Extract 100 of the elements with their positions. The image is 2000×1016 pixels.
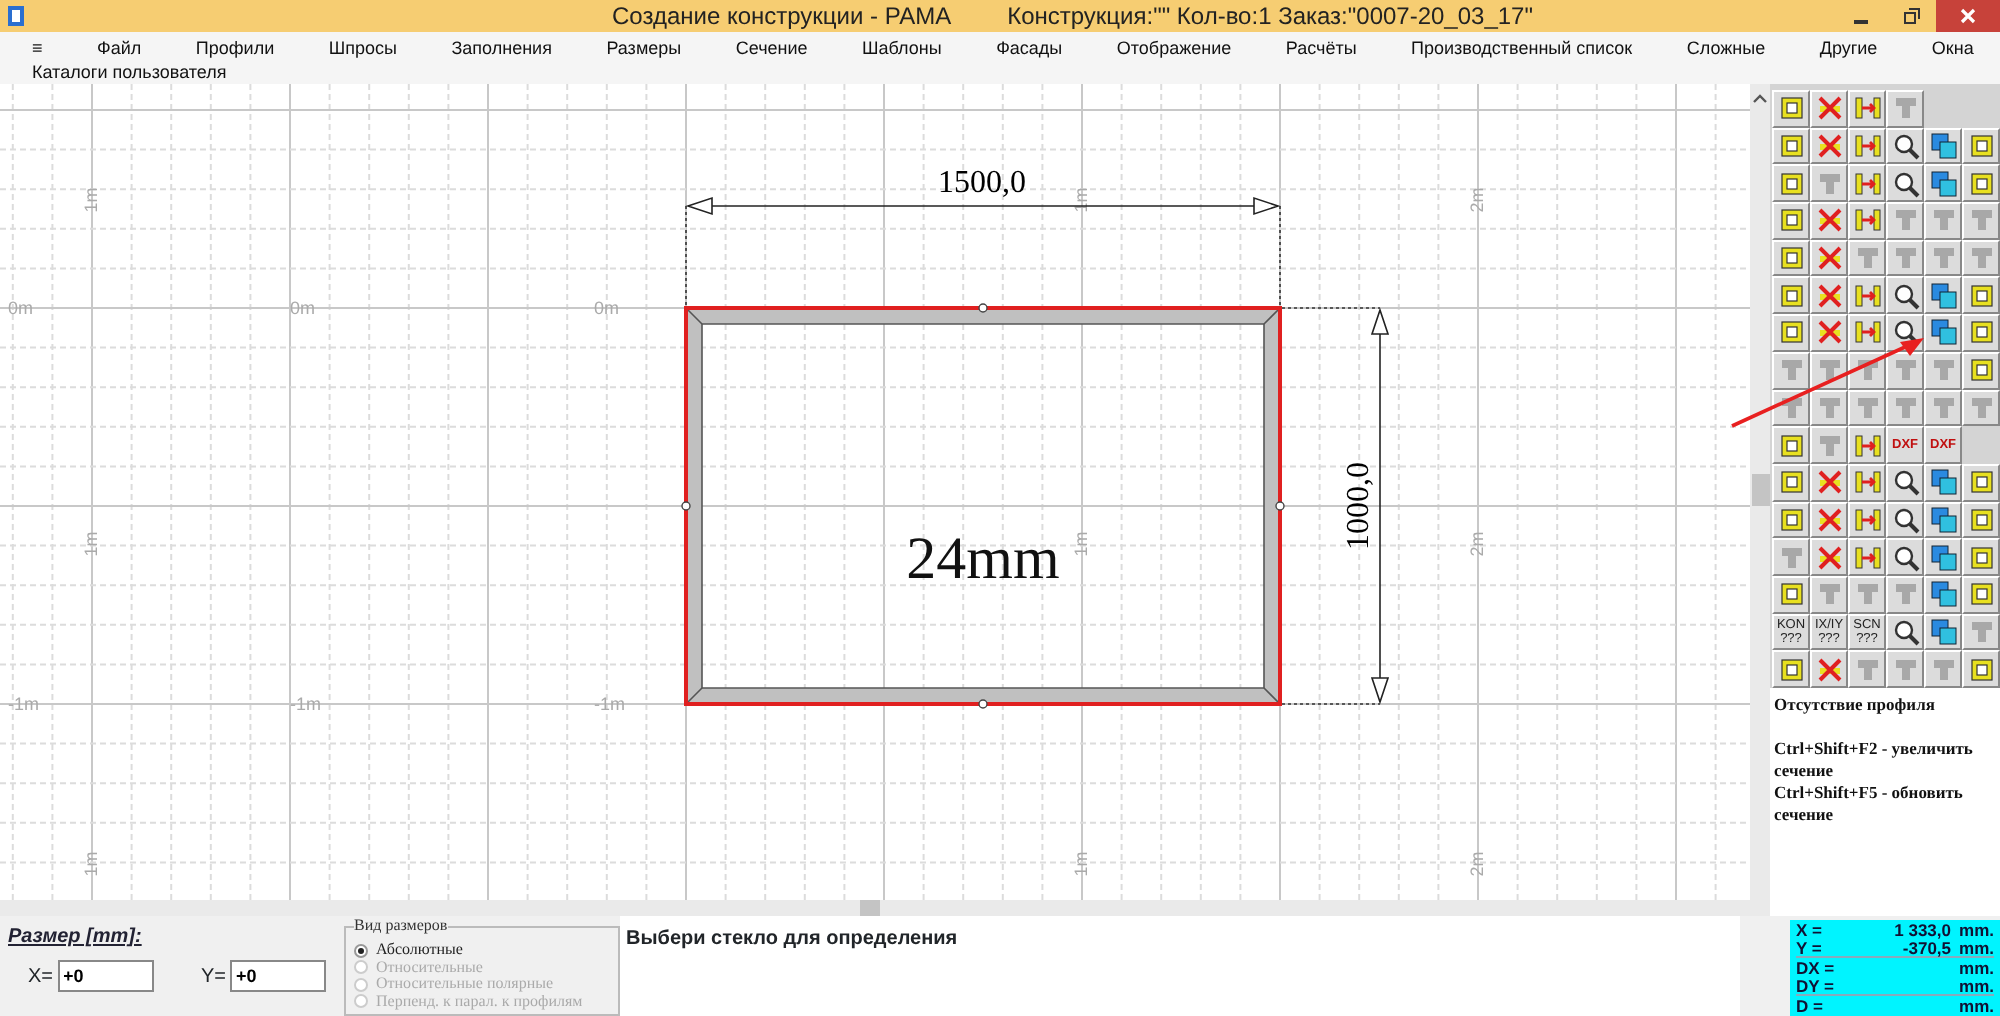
ruler-label: 1m [1070, 531, 1091, 557]
radio-button[interactable] [354, 943, 368, 958]
toolbar-button[interactable] [1886, 164, 1924, 203]
coordinate-field[interactable]: +0 [57, 960, 154, 992]
toolbar-button[interactable] [1924, 613, 1962, 651]
menu-item[interactable]: Сечение [733, 36, 810, 60]
ruler-label: -1m [290, 694, 321, 714]
frame-icon [1777, 132, 1805, 161]
frame-icon [1967, 318, 1995, 347]
toolbar-button[interactable] [1924, 575, 1962, 614]
frame-icon [1777, 468, 1805, 497]
scrollbar-thumb[interactable] [860, 900, 880, 916]
greyed-icon [1815, 393, 1843, 422]
scroll-up-icon[interactable] [1752, 92, 1768, 104]
ruler-label: 1m [1070, 187, 1091, 213]
frame-icon [1777, 281, 1805, 310]
greyed-icon [1929, 655, 1957, 684]
dimension-value[interactable]: 1000,0 [1342, 462, 1376, 550]
profile-arrow-icon [1853, 94, 1881, 123]
app-icon [6, 4, 26, 28]
frame-icon [1777, 431, 1805, 460]
menu-item[interactable]: Сложные [1684, 36, 1768, 60]
magnifier-icon [1891, 468, 1919, 497]
menu-item[interactable]: Окна [1929, 36, 1976, 60]
window-icon [1929, 543, 1957, 572]
field-label: Y= [201, 963, 227, 991]
cross-icon [1815, 655, 1843, 684]
greyed-icon [1891, 356, 1919, 385]
greyed-icon [1929, 356, 1957, 385]
coordinate-label: Y = [1796, 939, 1824, 956]
info-text: Отсутствие профиля [1774, 694, 1937, 716]
dimension-value[interactable]: 1500,0 [938, 166, 1026, 200]
coordinate-value: 1 333,0 [1892, 922, 1954, 939]
window-frame[interactable] [681, 303, 1285, 709]
toolbar-button[interactable] [1886, 127, 1924, 165]
toolbar-button[interactable] [1924, 314, 1962, 352]
cross-icon [1815, 318, 1843, 347]
close-button[interactable] [1936, 0, 2000, 32]
greyed-icon [1853, 244, 1881, 273]
unit-label: mm. [1959, 922, 1994, 939]
ruler-label: 0m [290, 298, 316, 318]
frame-icon [1967, 468, 1995, 497]
greyed-icon [1777, 356, 1805, 385]
frame-icon [1777, 94, 1805, 123]
menu-item[interactable]: Профили [193, 36, 277, 60]
drawing-canvas[interactable]: 0m 0m 0m -1m -1m -1m 1m 1m 1m 1m 1m 1m 2m 2m 2m 24mm 1500,0 1000,0 [0, 84, 1750, 900]
menu-item[interactable]: Производственный список [1409, 36, 1635, 60]
profile-arrow-icon [1853, 505, 1881, 534]
menu-item[interactable]: Отображение [1114, 36, 1234, 60]
window-icon [1929, 617, 1957, 646]
window-icon [1929, 318, 1957, 347]
field-label: X= [28, 963, 54, 991]
ruler-label: 2m [1466, 851, 1487, 877]
window-icon [1929, 580, 1957, 609]
minimize-icon [1854, 20, 1868, 24]
toolbar-button[interactable] [1886, 276, 1924, 315]
menu-item[interactable]: Каталоги пользователя [30, 60, 229, 84]
scrollbar-thumb[interactable] [1751, 474, 1769, 506]
toolbar-button[interactable] [1924, 501, 1962, 539]
menu-item[interactable]: Шаблоны [860, 36, 944, 60]
toolbar-button[interactable] [1886, 501, 1924, 539]
toolbar-button[interactable] [1924, 538, 1962, 576]
toolbar-button[interactable] [1886, 463, 1924, 502]
greyed-icon [1929, 393, 1957, 422]
toolbar-button[interactable] [1924, 127, 1962, 165]
menu-item[interactable]: Файл [95, 36, 144, 60]
menu-item[interactable]: Другие [1817, 36, 1880, 60]
frame-icon [1777, 244, 1805, 273]
frame-icon [1777, 655, 1805, 684]
greyed-icon [1815, 431, 1843, 460]
greyed-icon [1853, 580, 1881, 609]
toolbar-button[interactable] [1924, 164, 1962, 203]
window-title: Создание конструкции - РАМА [612, 0, 952, 32]
radio-label: Перпенд. к парал. к профилям [376, 993, 583, 1010]
menu-item[interactable]: Расчёты [1283, 36, 1359, 60]
frame-icon [1967, 505, 1995, 534]
toolbar-button[interactable] [1924, 463, 1962, 502]
greyed-icon [1929, 206, 1957, 235]
unit-label: mm. [1959, 960, 1994, 977]
profile-arrow-icon [1853, 318, 1881, 347]
greyed-icon [1891, 580, 1919, 609]
greyed-icon [1891, 393, 1919, 422]
greyed-icon [1891, 94, 1919, 123]
menu-item[interactable]: Шпросы [326, 36, 399, 60]
frame-icon [1777, 580, 1805, 609]
menu-item[interactable]: ≡ [30, 36, 45, 60]
window-icon [1929, 281, 1957, 310]
window-icon [1929, 169, 1957, 198]
menu-item[interactable]: Заполнения [449, 36, 554, 60]
close-icon [1958, 6, 1978, 26]
unit-label: mm. [1959, 939, 1994, 956]
frame-icon [1967, 580, 1995, 609]
toolbar-button[interactable] [1924, 276, 1962, 315]
coordinate-field[interactable]: +0 [230, 960, 327, 992]
profile-arrow-icon [1853, 206, 1881, 235]
toolbar-button[interactable] [1886, 613, 1924, 651]
frame-icon [1967, 543, 1995, 572]
toolbar-button[interactable] [1886, 538, 1924, 576]
menu-item[interactable]: Размеры [604, 36, 684, 60]
menu-item[interactable]: Фасады [994, 36, 1065, 60]
